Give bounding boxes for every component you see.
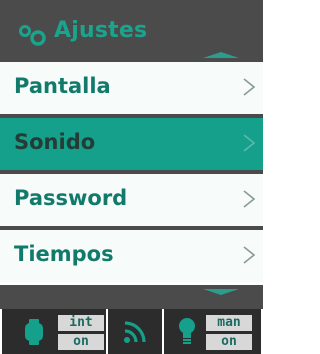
interval-mode-label: int <box>58 315 104 331</box>
lightbulb-icon <box>179 318 195 344</box>
connection-status <box>108 309 162 354</box>
scroll-up-icon[interactable] <box>203 52 239 58</box>
interval-status: int on <box>2 309 106 354</box>
menu-item-pantalla[interactable]: Pantalla <box>0 62 263 114</box>
menu-item-password[interactable]: Password <box>0 174 263 226</box>
wifi-icon <box>124 321 146 343</box>
menu-item-label: Tiempos <box>14 242 114 266</box>
menu-item-label: Pantalla <box>14 74 111 98</box>
chevron-right-icon <box>243 134 256 152</box>
manual-status: man on <box>164 309 261 354</box>
menu-item-sonido[interactable]: Sonido <box>0 118 263 170</box>
page-title: Ajustes <box>54 18 148 43</box>
chevron-right-icon <box>243 190 256 208</box>
interval-state-label: on <box>58 334 104 350</box>
menu-item-tiempos[interactable]: Tiempos <box>0 230 263 282</box>
scroll-down-icon[interactable] <box>203 289 239 295</box>
manual-mode-label: man <box>206 315 252 331</box>
gear-icon <box>19 25 46 46</box>
chevron-right-icon <box>243 246 256 264</box>
status-bar: int on man on <box>0 309 263 354</box>
chevron-right-icon <box>243 78 256 96</box>
settings-screen: Ajustes Pantalla Sonido Password Tiempos <box>0 0 263 354</box>
manual-state-label: on <box>206 334 252 350</box>
watch-icon <box>25 319 43 345</box>
menu-item-label: Sonido <box>14 130 96 154</box>
header-bar: Ajustes <box>0 0 263 62</box>
menu-item-label: Password <box>14 186 128 210</box>
